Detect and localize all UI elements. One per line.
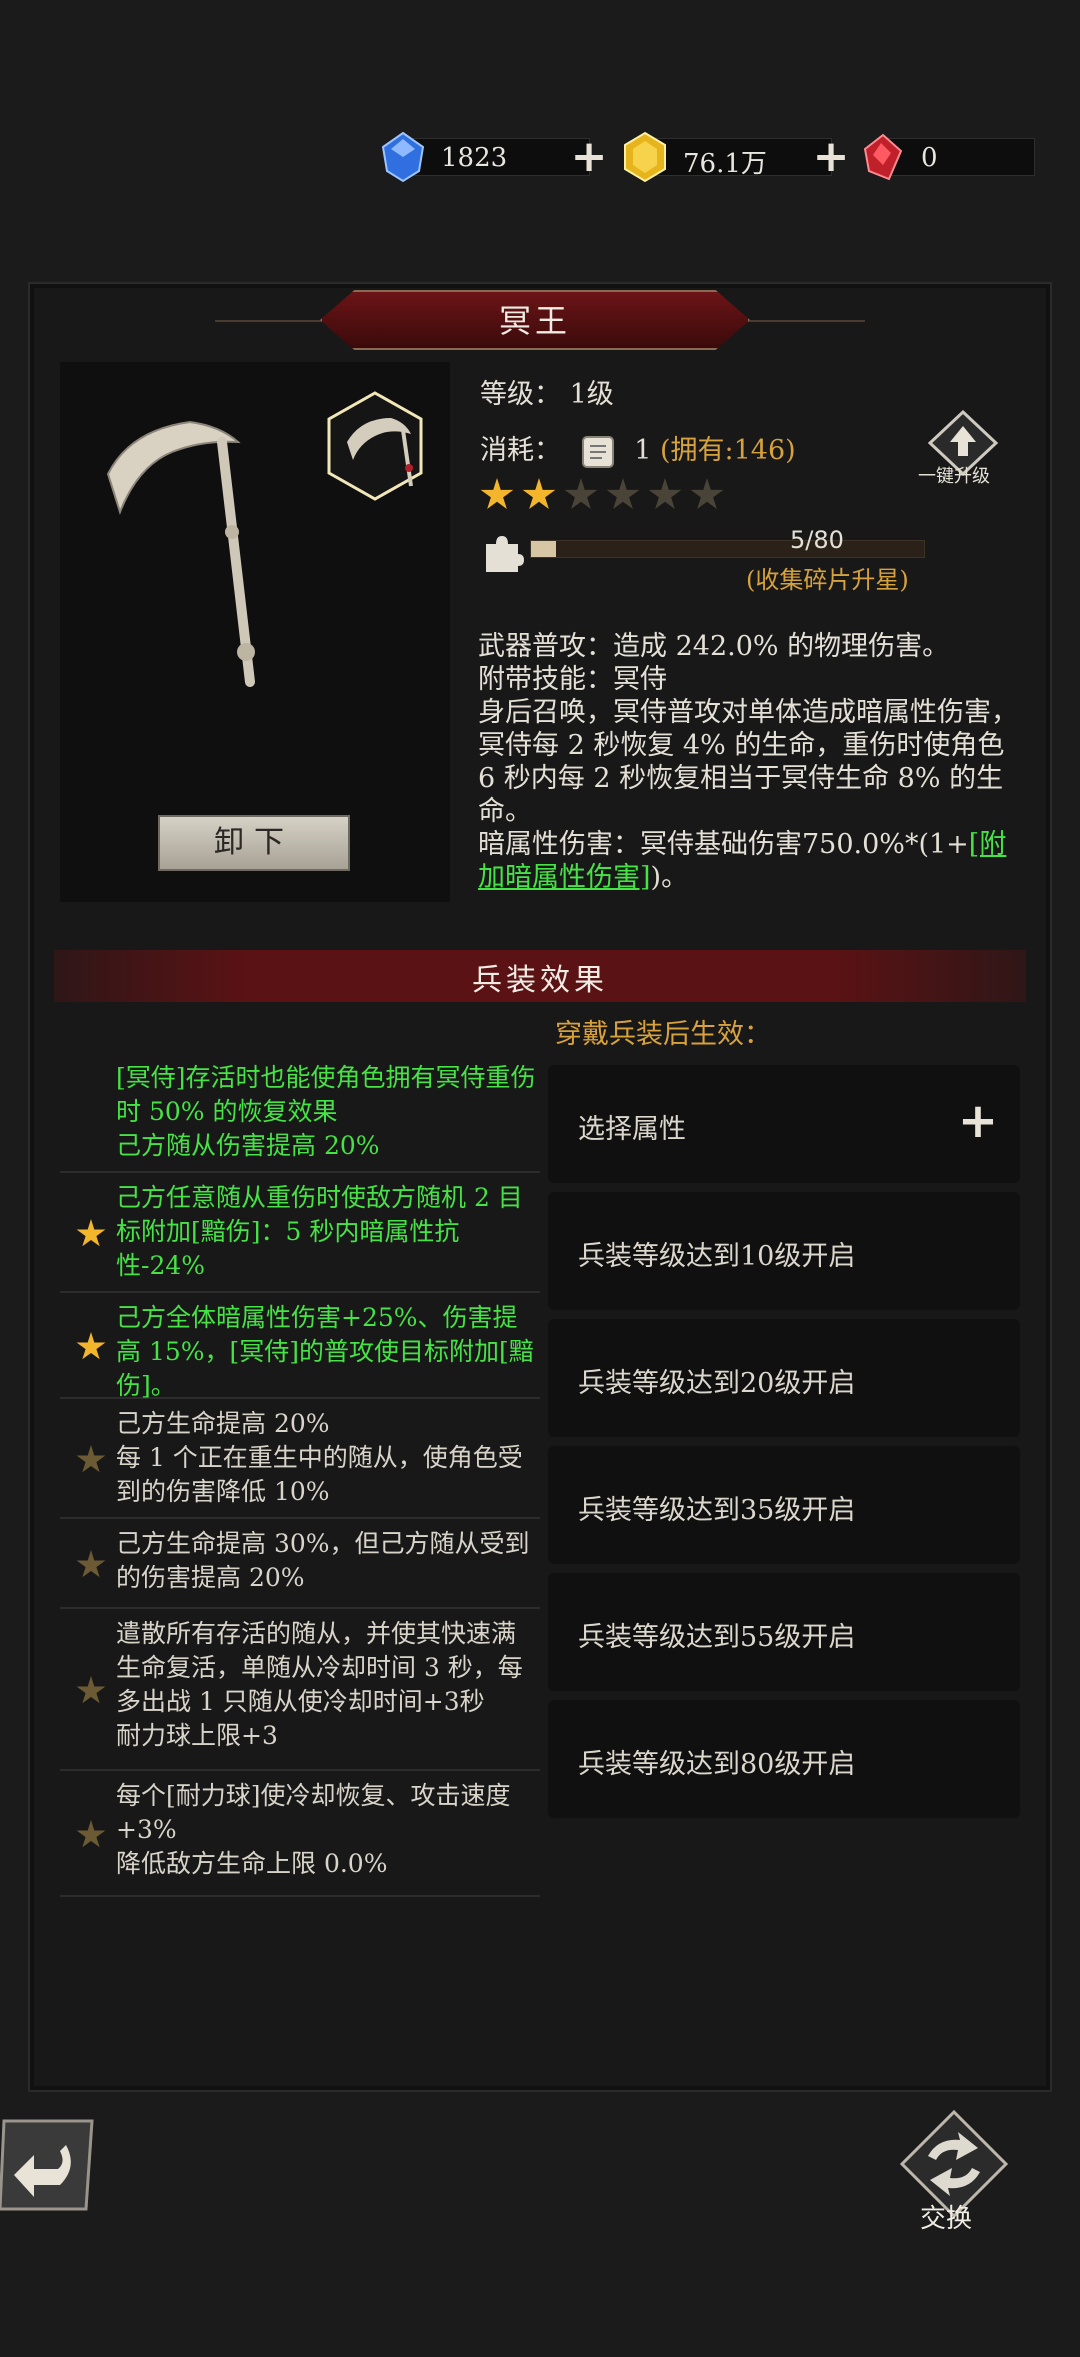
star-inactive-icon <box>76 1445 106 1473</box>
slot-label: 兵装等级达到35级开启 <box>578 1495 856 1526</box>
star-active-icon <box>76 1332 106 1360</box>
effect-item: 每个[耐力球]使冷却恢复、攻击速度+3% 降低敌方生命上限 0.0% <box>60 1773 540 1897</box>
currency-bar: 1823 + 76.1万 + 0 <box>380 130 1060 185</box>
star-filled-icon <box>522 478 556 509</box>
add-currency-button[interactable]: + <box>811 135 851 179</box>
slot-label: 兵装等级达到55级开启 <box>578 1622 856 1653</box>
star-rating <box>480 478 732 516</box>
puzzle-piece-icon <box>486 536 524 572</box>
effect-text: 己方生命提高 30%，但己方随从受到的伤害提高 20% <box>116 1529 530 1592</box>
upgrade-label: 一键升级 <box>918 466 990 487</box>
fragment-progress <box>530 540 925 558</box>
star-inactive-icon <box>76 1550 106 1578</box>
owned-count: (拥有:146) <box>659 435 796 466</box>
weapon-description: 武器普攻：造成 242.0% 的物理伤害。 附带技能：冥侍 身后召唤，冥侍普攻对… <box>478 630 1023 894</box>
star-empty-icon <box>564 478 598 509</box>
weapon-thumbnail[interactable] <box>325 390 425 502</box>
unequip-button[interactable]: 卸下 <box>158 815 350 871</box>
currency-value: 1823 <box>441 143 508 173</box>
effect-item: 己方任意随从重伤时使敌方随机 2 目标附加[黯伤]：5 秒内暗属性抗性-24% <box>60 1175 540 1293</box>
currency-blue: 1823 + <box>381 131 607 183</box>
back-button[interactable] <box>0 2115 96 2215</box>
add-currency-button[interactable]: + <box>569 135 609 179</box>
desc-dark-damage-end: )。 <box>650 862 689 893</box>
star-inactive-icon <box>76 1820 106 1848</box>
locked-slot: 兵装等级达到10级开启 <box>548 1192 1020 1310</box>
slot-label: 兵装等级达到10级开启 <box>578 1241 856 1272</box>
select-attribute-slot[interactable]: 选择属性 + <box>548 1065 1020 1183</box>
cost-count: 1 <box>634 435 652 466</box>
locked-slot: 兵装等级达到20级开启 <box>548 1319 1020 1437</box>
swap-label: 交换 <box>920 2204 973 2234</box>
section-subtitle: 穿戴兵装后生效： <box>555 1019 771 1050</box>
effect-text: [冥侍]存活时也能使角色拥有冥侍重伤时 50% 的恢复效果 己方随从伤害提高 2… <box>116 1063 536 1160</box>
star-active-icon <box>76 1219 106 1247</box>
effect-item: 遣散所有存活的随从，并使其快速满生命复活，单随从冷却时间 3 秒，每多出战 1 … <box>60 1611 540 1771</box>
level-label: 等级： <box>480 379 561 410</box>
divider <box>215 320 325 322</box>
currency-value: 0 <box>921 143 938 173</box>
gold-gem-icon <box>624 131 666 183</box>
effect-text: 己方生命提高 20% 每 1 个正在重生中的随从，使角色受到的伤害降低 10% <box>116 1409 523 1506</box>
effect-text: 己方任意随从重伤时使敌方随机 2 目标附加[黯伤]：5 秒内暗属性抗性-24% <box>116 1183 523 1280</box>
slot-label: 兵装等级达到80级开启 <box>578 1749 856 1780</box>
slot-label: 兵装等级达到20级开启 <box>578 1368 856 1399</box>
fragment-progress-fill <box>531 541 556 557</box>
cost-row: 消耗： 1 (拥有:146) <box>480 428 796 470</box>
currency-value: 76.1万 <box>683 149 767 179</box>
effect-item: 己方全体暗属性伤害+25%、伤害提高 15%，[冥侍]的普攻使目标附加[黯伤]。 <box>60 1295 540 1400</box>
locked-slot: 兵装等级达到35级开启 <box>548 1446 1020 1564</box>
desc-dark-damage: 暗属性伤害：冥侍基础伤害750.0%*(1+[附加暗属性伤害])。 <box>478 828 1023 894</box>
desc-attack: 武器普攻：造成 242.0% 的物理伤害。 <box>478 631 950 662</box>
locked-slot: 兵装等级达到80级开启 <box>548 1700 1020 1818</box>
plus-icon[interactable]: + <box>956 1097 1000 1145</box>
locked-slot: 兵装等级达到55级开启 <box>548 1573 1020 1691</box>
effect-item: [冥侍]存活时也能使角色拥有冥侍重伤时 50% 的恢复效果 己方随从伤害提高 2… <box>60 1055 540 1173</box>
slot-label: 选择属性 <box>578 1114 686 1145</box>
level-value: 1级 <box>569 379 614 410</box>
cost-label: 消耗： <box>480 435 561 466</box>
star-empty-icon <box>606 478 640 509</box>
desc-skill: 附带技能：冥侍 <box>478 664 667 695</box>
section-title: 兵装效果 <box>472 963 608 998</box>
divider <box>745 320 865 322</box>
effect-text: 己方全体暗属性伤害+25%、伤害提高 15%，[冥侍]的普攻使目标附加[黯伤]。 <box>116 1303 534 1400</box>
effect-item: 己方生命提高 20% 每 1 个正在重生中的随从，使角色受到的伤害降低 10% <box>60 1401 540 1519</box>
star-inactive-icon <box>76 1676 106 1704</box>
desc-dark-damage-text: 暗属性伤害：冥侍基础伤害750.0%*(1+ <box>478 829 969 860</box>
level-row: 等级： 1级 <box>480 372 614 411</box>
collect-fragments-link[interactable]: (收集碎片升星) <box>746 560 909 595</box>
currency-red: 0 <box>863 133 1035 181</box>
scroll-icon <box>581 435 614 468</box>
desc-skill-detail: 身后召唤，冥侍普攻对单体造成暗属性伤害，冥侍每 2 秒恢复 4% 的生命，重伤时… <box>478 697 1018 827</box>
star-filled-icon <box>480 478 514 509</box>
currency-gold: 76.1万 + <box>624 131 849 183</box>
star-empty-icon <box>648 478 682 509</box>
fragment-count: 5/80 <box>790 526 844 554</box>
star-empty-icon <box>690 478 724 509</box>
effect-item: 己方生命提高 30%，但己方随从受到的伤害提高 20% <box>60 1521 540 1609</box>
red-gem-icon <box>863 133 903 181</box>
effect-text: 遣散所有存活的随从，并使其快速满生命复活，单随从冷却时间 3 秒，每多出战 1 … <box>116 1619 523 1750</box>
blue-gem-icon <box>381 131 425 183</box>
effect-text: 每个[耐力球]使冷却恢复、攻击速度+3% 降低敌方生命上限 0.0% <box>116 1781 511 1878</box>
weapon-name: 冥王 <box>498 302 571 340</box>
